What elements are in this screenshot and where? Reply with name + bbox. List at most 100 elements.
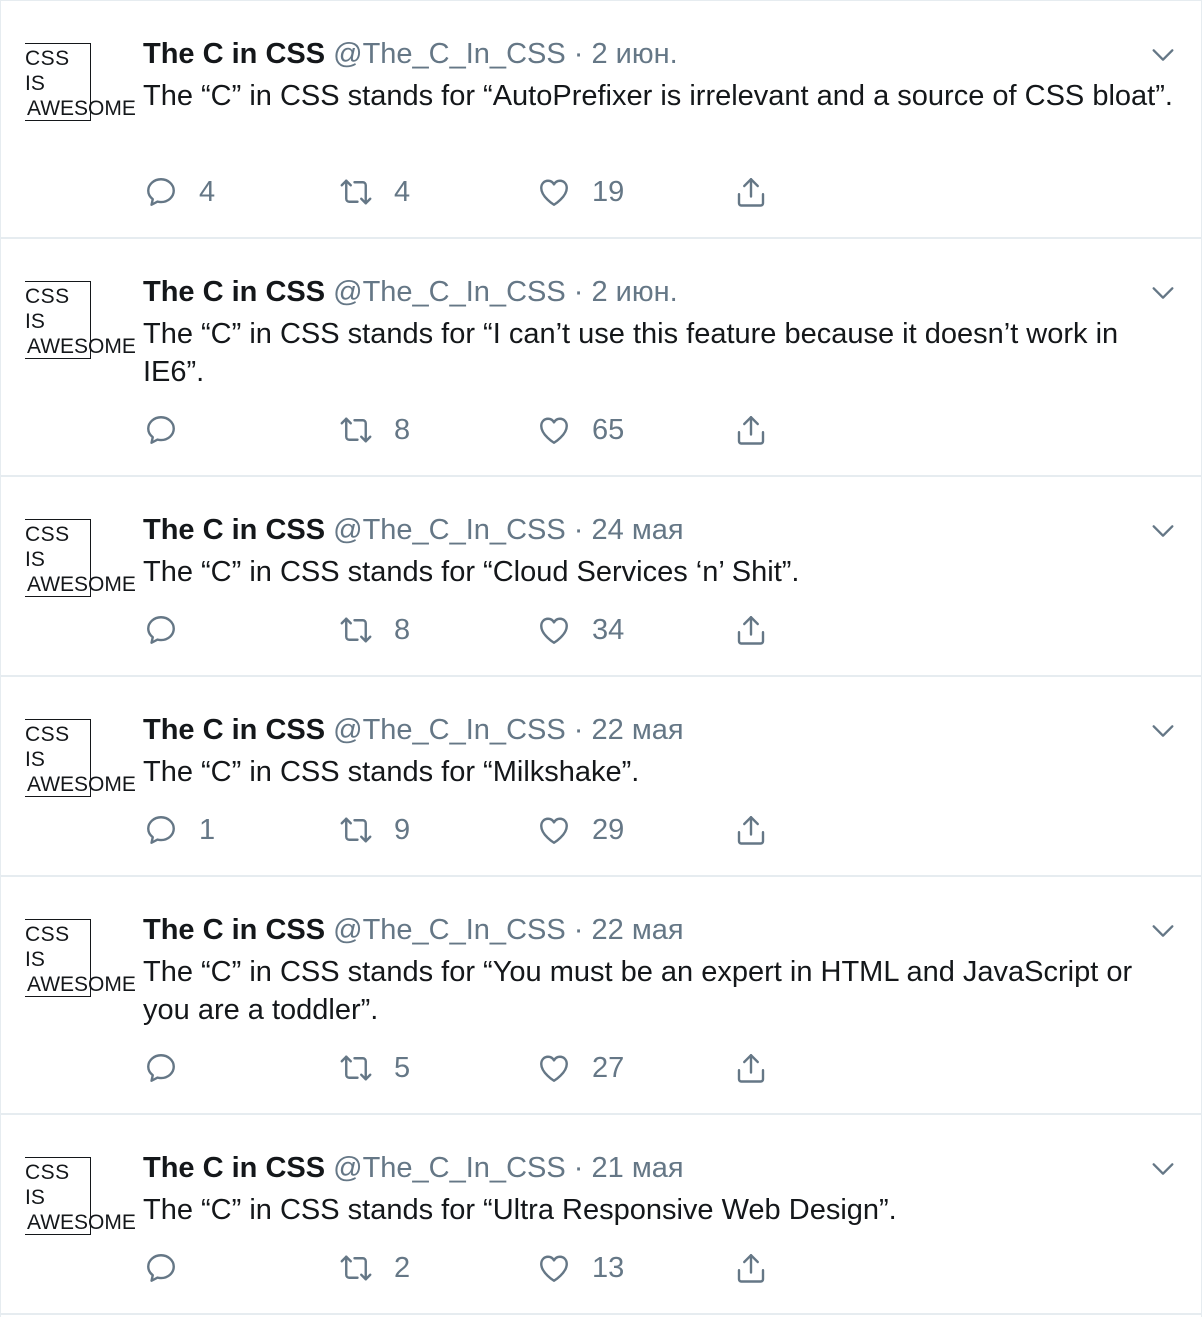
tweet-date[interactable]: 22 мая bbox=[592, 914, 684, 946]
retweet-button[interactable]: 2 bbox=[338, 1248, 410, 1288]
avatar-text-line: CSS bbox=[25, 923, 70, 946]
chevron-down-icon[interactable] bbox=[1149, 41, 1177, 69]
tweet[interactable]: CSS IS AWESOME The C in CSS @The_C_In_CS… bbox=[1, 877, 1201, 1115]
tweet-date[interactable]: 21 мая bbox=[592, 1152, 684, 1184]
tweet-actions: 5 27 bbox=[143, 1048, 843, 1088]
reply-button[interactable] bbox=[143, 1248, 199, 1288]
chevron-down-icon[interactable] bbox=[1149, 1155, 1177, 1183]
reply-icon bbox=[147, 1254, 175, 1282]
heart-icon bbox=[540, 417, 568, 444]
reply-icon bbox=[147, 816, 175, 844]
tweet-actions: 1 9 29 bbox=[143, 810, 843, 850]
share-button[interactable] bbox=[733, 410, 769, 450]
user-handle[interactable]: @The_C_In_CSS bbox=[333, 714, 566, 746]
chevron-down-icon[interactable] bbox=[1149, 279, 1177, 307]
reply-icon bbox=[147, 416, 175, 444]
tweet-actions: 8 34 bbox=[143, 610, 843, 650]
display-name[interactable]: The C in CSS bbox=[143, 714, 325, 746]
avatar[interactable]: CSS IS AWESOME bbox=[25, 519, 136, 601]
heart-icon bbox=[540, 817, 568, 844]
like-button[interactable]: 19 bbox=[536, 172, 624, 212]
user-handle[interactable]: @The_C_In_CSS bbox=[333, 38, 566, 70]
tweet-actions: 2 13 bbox=[143, 1248, 843, 1288]
user-handle[interactable]: @The_C_In_CSS bbox=[333, 276, 566, 308]
tweet[interactable]: CSS IS AWESOME The C in CSS @The_C_In_CS… bbox=[1, 477, 1201, 677]
retweet-button[interactable]: 5 bbox=[338, 1048, 410, 1088]
tweet-date[interactable]: 22 мая bbox=[592, 714, 684, 746]
retweet-button[interactable]: 8 bbox=[338, 410, 410, 450]
retweet-button[interactable]: 4 bbox=[338, 172, 410, 212]
reply-button[interactable]: 4 bbox=[143, 172, 215, 212]
avatar-text-line: IS bbox=[25, 948, 45, 971]
tweet[interactable]: CSS IS AWESOME The C in CSS @The_C_In_CS… bbox=[1, 677, 1201, 877]
like-button[interactable]: 34 bbox=[536, 610, 624, 650]
tweet-date[interactable]: 2 июн. bbox=[592, 38, 678, 70]
chevron-down-icon[interactable] bbox=[1149, 517, 1177, 545]
share-button[interactable] bbox=[733, 1248, 769, 1288]
share-icon bbox=[737, 178, 765, 207]
like-button[interactable]: 65 bbox=[536, 410, 624, 450]
avatar[interactable]: CSS IS AWESOME bbox=[25, 1157, 136, 1239]
user-handle[interactable]: @The_C_In_CSS bbox=[333, 1152, 566, 1184]
avatar[interactable]: CSS IS AWESOME bbox=[25, 919, 136, 1001]
avatar-text-line: CSS bbox=[25, 1161, 70, 1184]
display-name[interactable]: The C in CSS bbox=[143, 38, 325, 70]
avatar[interactable]: CSS IS AWESOME bbox=[25, 281, 136, 363]
tweet-text: The “C” in CSS stands for “Milkshake”. bbox=[143, 756, 640, 788]
reply-button[interactable] bbox=[143, 410, 199, 450]
retweet-button[interactable]: 9 bbox=[338, 810, 410, 850]
avatar-text-line: AWESOME bbox=[27, 335, 136, 358]
reply-button[interactable]: 1 bbox=[143, 810, 215, 850]
chevron-down-icon[interactable] bbox=[1149, 917, 1177, 945]
tweet-actions: 8 65 bbox=[143, 410, 843, 450]
tweet[interactable]: CSS IS AWESOME The C in CSS @The_C_In_CS… bbox=[1, 1115, 1201, 1315]
heart-icon bbox=[540, 1055, 568, 1082]
tweet-header: The C in CSS @The_C_In_CSS · 24 мая bbox=[143, 513, 684, 547]
tweet-feed: CSS IS AWESOME The C in CSS @The_C_In_CS… bbox=[0, 0, 1202, 1317]
avatar-text-line: IS bbox=[25, 72, 45, 95]
reply-count: 1 bbox=[199, 813, 216, 846]
retweet-icon bbox=[340, 1055, 372, 1081]
retweet-icon bbox=[340, 1255, 372, 1281]
like-button[interactable]: 13 bbox=[536, 1248, 624, 1288]
tweet[interactable]: CSS IS AWESOME The C in CSS @The_C_In_CS… bbox=[1, 1, 1201, 239]
tweet-date[interactable]: 2 июн. bbox=[592, 276, 678, 308]
avatar-text-line: AWESOME bbox=[27, 773, 136, 796]
share-icon bbox=[737, 416, 765, 445]
tweet[interactable]: CSS IS AWESOME The C in CSS @The_C_In_CS… bbox=[1, 239, 1201, 477]
share-icon bbox=[737, 616, 765, 645]
like-button[interactable]: 27 bbox=[536, 1048, 624, 1088]
reply-button[interactable] bbox=[143, 1048, 199, 1088]
avatar[interactable]: CSS IS AWESOME bbox=[25, 43, 136, 125]
like-button[interactable]: 29 bbox=[536, 810, 624, 850]
like-count: 27 bbox=[592, 1051, 625, 1084]
share-button[interactable] bbox=[733, 610, 769, 650]
avatar-text-line: CSS bbox=[25, 523, 70, 546]
tweet-header: The C in CSS @The_C_In_CSS · 2 июн. bbox=[143, 275, 678, 309]
avatar-text-line: CSS bbox=[25, 47, 70, 70]
avatar-text-line: AWESOME bbox=[27, 1211, 136, 1234]
display-name[interactable]: The C in CSS bbox=[143, 1152, 325, 1184]
retweet-button[interactable]: 8 bbox=[338, 610, 410, 650]
tweet-text: The “C” in CSS stands for “I can’t use t… bbox=[143, 318, 1119, 388]
reply-icon bbox=[147, 1054, 175, 1082]
heart-icon bbox=[540, 179, 568, 206]
display-name[interactable]: The C in CSS bbox=[143, 276, 325, 308]
display-name[interactable]: The C in CSS bbox=[143, 514, 325, 546]
display-name[interactable]: The C in CSS bbox=[143, 914, 325, 946]
share-button[interactable] bbox=[733, 172, 769, 212]
like-count: 13 bbox=[592, 1251, 625, 1284]
chevron-down-icon[interactable] bbox=[1149, 717, 1177, 745]
retweet-count: 4 bbox=[394, 175, 411, 208]
share-button[interactable] bbox=[733, 810, 769, 850]
user-handle[interactable]: @The_C_In_CSS bbox=[333, 914, 566, 946]
reply-button[interactable] bbox=[143, 610, 199, 650]
retweet-icon bbox=[340, 417, 372, 443]
share-button[interactable] bbox=[733, 1048, 769, 1088]
like-count: 34 bbox=[592, 613, 625, 646]
share-icon bbox=[737, 816, 765, 845]
tweet-actions: 4 4 19 bbox=[143, 172, 843, 212]
user-handle[interactable]: @The_C_In_CSS bbox=[333, 514, 566, 546]
tweet-date[interactable]: 24 мая bbox=[592, 514, 684, 546]
avatar[interactable]: CSS IS AWESOME bbox=[25, 719, 136, 801]
